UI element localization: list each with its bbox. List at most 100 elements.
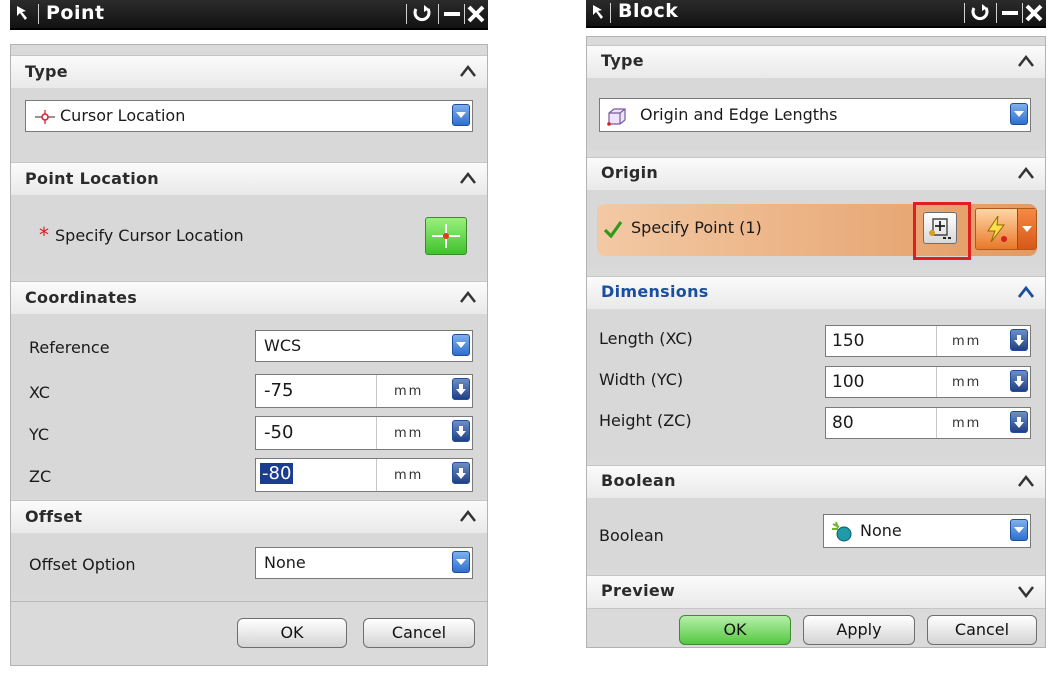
zc-field[interactable]: -80 mm (255, 458, 473, 492)
height-field[interactable]: 80 mm (825, 407, 1031, 439)
point-location-section-header[interactable]: Point Location (11, 162, 487, 196)
coordinates-header-label: Coordinates (25, 288, 138, 307)
height-value[interactable]: 80 (832, 413, 854, 433)
block-cancel-button[interactable]: Cancel (927, 615, 1037, 645)
specify-cursor-location-label: Specify Cursor Location (55, 226, 244, 245)
block-icon (607, 108, 626, 126)
type-section-header[interactable]: Type (11, 55, 487, 89)
offset-section-header[interactable]: Offset (11, 500, 487, 534)
origin-section-header[interactable]: Origin (587, 157, 1045, 191)
coordinates-section-body: Reference WCS XC -75 mm YC -50 mm ZC -80… (11, 314, 487, 498)
chevron-down-icon[interactable] (1017, 584, 1035, 598)
inferred-point-dropdown[interactable] (975, 208, 1037, 250)
chevron-up-icon[interactable] (1017, 285, 1035, 299)
block-titlebar: Block (586, 0, 1046, 28)
length-label: Length (XC) (599, 329, 693, 348)
dropdown-arrow-icon[interactable] (1010, 103, 1028, 125)
minimize-icon[interactable] (998, 1, 1022, 25)
coordinates-section-header[interactable]: Coordinates (11, 281, 487, 315)
chevron-down-icon[interactable] (1021, 224, 1033, 234)
chevron-up-icon[interactable] (1017, 54, 1035, 68)
reference-dropdown[interactable]: WCS (255, 330, 473, 362)
specify-point-row[interactable]: Specify Point (1) (597, 204, 1037, 256)
preview-header-label: Preview (601, 581, 676, 600)
minimize-icon[interactable] (440, 2, 464, 26)
width-unit: mm (952, 375, 982, 390)
dropdown-arrow-icon[interactable] (1010, 370, 1028, 392)
required-mark: * (39, 223, 49, 247)
point-dialog-icon (929, 218, 951, 239)
length-unit: mm (952, 334, 982, 349)
close-icon[interactable] (1022, 1, 1046, 25)
point-dialog-button[interactable] (923, 212, 957, 244)
boolean-none-icon (832, 521, 852, 542)
dropdown-arrow-icon[interactable] (1010, 519, 1028, 541)
offset-option-value: None (264, 553, 306, 572)
zc-unit: mm (394, 468, 424, 483)
chevron-up-icon[interactable] (1017, 474, 1035, 488)
type-section-body: Cursor Location (11, 88, 487, 160)
dropdown-arrow-icon[interactable] (452, 462, 470, 484)
block-type-section-body: Origin and Edge Lengths (587, 78, 1045, 150)
dropdown-arrow-icon[interactable] (1010, 411, 1028, 433)
dropdown-arrow-icon[interactable] (452, 334, 470, 356)
point-location-section-body: * Specify Cursor Location (11, 195, 487, 279)
yc-field[interactable]: -50 mm (255, 416, 473, 450)
block-type-section-header[interactable]: Type (587, 45, 1045, 79)
origin-header-label: Origin (601, 163, 659, 182)
chevron-up-icon[interactable] (459, 64, 477, 78)
select-arrow-icon[interactable] (14, 3, 34, 25)
reset-icon[interactable] (968, 1, 992, 25)
crosshair-icon (432, 224, 460, 248)
boolean-header-label: Boolean (601, 471, 676, 490)
titlebar-separator (38, 4, 39, 24)
ok-button[interactable]: OK (237, 618, 347, 648)
apply-button[interactable]: Apply (803, 615, 915, 645)
checkmark-icon (603, 221, 623, 238)
cursor-location-button[interactable] (425, 217, 467, 255)
point-location-header-label: Point Location (25, 169, 159, 188)
block-dialog-body: Type Origin and Edge Lengths Origin Spec… (586, 36, 1046, 648)
cancel-button[interactable]: Cancel (363, 618, 475, 648)
chevron-up-icon[interactable] (1017, 166, 1035, 180)
chevron-up-icon[interactable] (459, 509, 477, 523)
dropdown-arrow-icon[interactable] (452, 420, 470, 442)
titlebar-separator (406, 4, 407, 24)
reference-label: Reference (29, 338, 110, 357)
dropdown-arrow-icon[interactable] (452, 551, 470, 573)
titlebar-separator (610, 3, 611, 23)
width-label: Width (YC) (599, 370, 684, 389)
block-dialog-title: Block (618, 0, 679, 22)
width-field[interactable]: 100 mm (825, 366, 1031, 398)
preview-section-header[interactable]: Preview (587, 575, 1045, 609)
block-ok-button[interactable]: OK (679, 615, 791, 645)
block-type-dropdown[interactable]: Origin and Edge Lengths (599, 98, 1031, 132)
length-value[interactable]: 150 (832, 331, 864, 351)
offset-option-dropdown[interactable]: None (255, 547, 473, 579)
dropdown-arrow-icon[interactable] (452, 378, 470, 400)
select-arrow-icon[interactable] (590, 2, 610, 24)
dropdown-arrow-icon[interactable] (452, 104, 470, 126)
yc-value[interactable]: -50 (264, 422, 293, 443)
type-dropdown[interactable]: Cursor Location (25, 100, 473, 132)
xc-field[interactable]: -75 mm (255, 374, 473, 408)
point-titlebar: Point (10, 0, 488, 30)
chevron-up-icon[interactable] (459, 290, 477, 304)
dimensions-section-header[interactable]: Dimensions (587, 276, 1045, 310)
xc-value[interactable]: -75 (264, 380, 293, 401)
dropdown-arrow-icon[interactable] (1010, 329, 1028, 351)
reset-icon[interactable] (410, 2, 434, 26)
boolean-dropdown[interactable]: None (823, 514, 1031, 548)
type-value: Cursor Location (60, 106, 186, 125)
zc-value[interactable]: -80 (260, 463, 294, 484)
titlebar-separator (964, 3, 965, 23)
xc-label: XC (29, 383, 50, 402)
boolean-section-header[interactable]: Boolean (587, 465, 1045, 499)
origin-section-body: Specify Point (1) (587, 190, 1045, 268)
length-field[interactable]: 150 mm (825, 325, 1031, 357)
width-value[interactable]: 100 (832, 372, 864, 392)
close-icon[interactable] (464, 2, 488, 26)
chevron-up-icon[interactable] (459, 171, 477, 185)
xc-unit: mm (394, 384, 424, 399)
block-dialog: Block Type Origin and Edge Lengths Origi… (586, 0, 1046, 650)
